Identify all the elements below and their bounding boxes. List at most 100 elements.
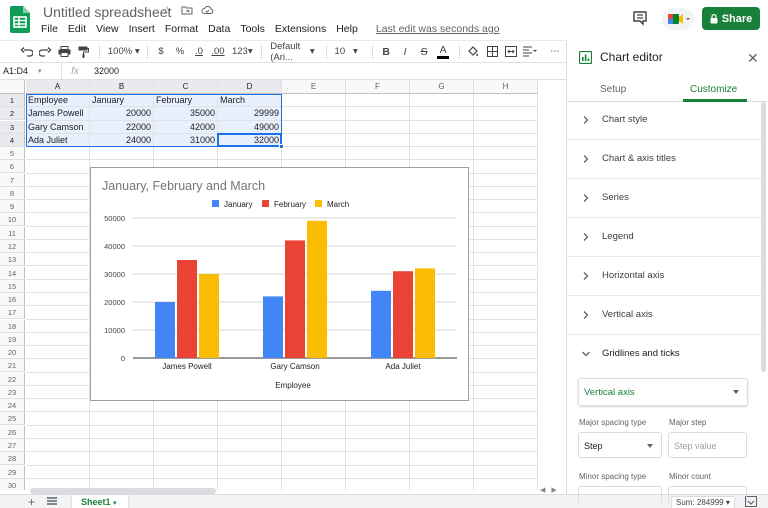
grid-cell[interactable] xyxy=(474,94,538,108)
grid-cell[interactable] xyxy=(474,385,538,400)
menu-data[interactable]: Data xyxy=(207,22,231,36)
column-header[interactable]: D xyxy=(218,80,282,94)
tab-customize[interactable]: Customize xyxy=(690,84,737,95)
grid-cell[interactable] xyxy=(474,465,538,479)
menu-insert[interactable]: Insert xyxy=(128,22,156,36)
row-header[interactable]: 13 xyxy=(0,253,25,267)
grid-cell[interactable] xyxy=(474,306,538,320)
column-header[interactable]: A xyxy=(26,80,90,94)
column-header[interactable]: H xyxy=(474,80,538,94)
grid-cell[interactable] xyxy=(26,372,90,386)
font-family-select[interactable]: Default (Ari... ▾ xyxy=(267,41,317,63)
grid-cell[interactable] xyxy=(410,465,474,479)
font-size-select[interactable]: 10 ▾ xyxy=(332,42,365,62)
grid-cell[interactable] xyxy=(282,147,346,161)
grid-cell[interactable] xyxy=(90,412,154,426)
grid-cell[interactable] xyxy=(154,465,218,479)
star-icon[interactable]: ☆ xyxy=(160,4,174,18)
grid-cell[interactable] xyxy=(346,147,410,161)
grid-cell[interactable]: 20000 xyxy=(90,107,154,121)
row-header[interactable]: 23 xyxy=(0,385,25,399)
paint-format-icon[interactable] xyxy=(75,42,91,62)
grid-cell[interactable] xyxy=(26,332,90,347)
grid-cell[interactable]: 49000 xyxy=(218,120,282,134)
grid-cell[interactable] xyxy=(26,439,90,453)
grid-cell[interactable] xyxy=(26,160,90,174)
grid-cell[interactable] xyxy=(474,200,538,214)
grid-cell[interactable] xyxy=(474,186,538,201)
grid-cell[interactable] xyxy=(26,412,90,426)
grid-cell[interactable] xyxy=(282,120,346,134)
grid-cell[interactable] xyxy=(218,465,282,479)
borders-icon[interactable] xyxy=(484,42,500,62)
grid-cell[interactable] xyxy=(26,266,90,280)
grid-cell[interactable] xyxy=(154,439,218,453)
section-horizontal-axis[interactable]: Horizontal axis xyxy=(567,258,761,296)
section-chart-style[interactable]: Chart style xyxy=(567,102,761,140)
minor-count-input[interactable] xyxy=(668,486,747,503)
row-header[interactable]: 26 xyxy=(0,425,25,439)
grid-cell[interactable] xyxy=(282,452,346,466)
grid-cell[interactable] xyxy=(26,186,90,201)
grid-cell[interactable] xyxy=(26,239,90,254)
grid-cell[interactable] xyxy=(90,465,154,479)
grid-cell[interactable] xyxy=(410,94,474,108)
grid-cell[interactable] xyxy=(474,452,538,466)
grid-cell[interactable] xyxy=(26,253,90,267)
menu-edit[interactable]: Edit xyxy=(67,22,87,36)
grid-cell[interactable] xyxy=(474,293,538,307)
row-header[interactable]: 29 xyxy=(0,465,25,479)
close-icon[interactable]: ✕ xyxy=(747,50,759,67)
major-step-input[interactable]: Step value xyxy=(668,432,747,458)
row-header[interactable]: 12 xyxy=(0,239,25,253)
panel-scroll-thumb[interactable] xyxy=(761,102,766,372)
row-header[interactable]: 3 xyxy=(0,120,25,134)
row-header[interactable]: 5 xyxy=(0,147,25,161)
strikethrough-button[interactable]: S xyxy=(416,42,432,62)
grid-cell[interactable] xyxy=(410,452,474,466)
grid-cell[interactable] xyxy=(26,147,90,161)
format-currency-button[interactable]: $ xyxy=(153,42,169,62)
row-header[interactable]: 19 xyxy=(0,332,25,346)
move-folder-icon[interactable] xyxy=(180,4,194,18)
grid-cell[interactable] xyxy=(154,412,218,426)
grid-cell[interactable] xyxy=(218,147,282,161)
minor-spacing-type-select[interactable] xyxy=(578,486,662,503)
grid-cell[interactable] xyxy=(346,412,410,426)
text-color-button[interactable]: A xyxy=(435,42,451,62)
all-sheets-icon[interactable] xyxy=(47,497,57,505)
menu-format[interactable]: Format xyxy=(164,22,199,36)
grid-cell[interactable] xyxy=(90,439,154,453)
row-header[interactable]: 17 xyxy=(0,306,25,320)
grid-cell[interactable] xyxy=(346,107,410,121)
increase-decimal-button[interactable]: .00 xyxy=(210,42,226,62)
grid-cell[interactable] xyxy=(26,293,90,307)
column-header[interactable]: C xyxy=(154,80,218,94)
grid-cell[interactable]: 31000 xyxy=(154,133,218,148)
grid-cell[interactable] xyxy=(346,133,410,148)
share-button[interactable]: Share xyxy=(702,7,760,30)
cloud-status-icon[interactable] xyxy=(200,4,214,18)
sheet-tab-sheet1[interactable]: Sheet1 ▾ xyxy=(72,495,128,508)
grid-cell[interactable] xyxy=(154,425,218,439)
row-header[interactable]: 2 xyxy=(0,107,25,121)
grid-cell[interactable] xyxy=(90,452,154,466)
grid-cell[interactable]: 35000 xyxy=(154,107,218,121)
grid-cell[interactable] xyxy=(410,425,474,439)
grid-cell[interactable] xyxy=(282,439,346,453)
grid-cell[interactable] xyxy=(410,107,474,121)
grid-cell[interactable] xyxy=(474,160,538,174)
grid-cell[interactable] xyxy=(26,452,90,466)
grid-cell[interactable] xyxy=(474,120,538,134)
grid-cell[interactable]: January xyxy=(90,94,154,108)
column-header[interactable]: E xyxy=(282,80,346,94)
grid-cell[interactable] xyxy=(90,425,154,439)
row-header[interactable]: 6 xyxy=(0,160,25,174)
column-header[interactable]: B xyxy=(90,80,154,94)
grid-cell[interactable] xyxy=(26,465,90,479)
grid-cell[interactable] xyxy=(410,412,474,426)
add-sheet-icon[interactable]: + xyxy=(28,495,35,508)
grid-cell[interactable] xyxy=(474,213,538,227)
grid-cell[interactable] xyxy=(26,346,90,360)
grid-cell[interactable] xyxy=(474,399,538,413)
